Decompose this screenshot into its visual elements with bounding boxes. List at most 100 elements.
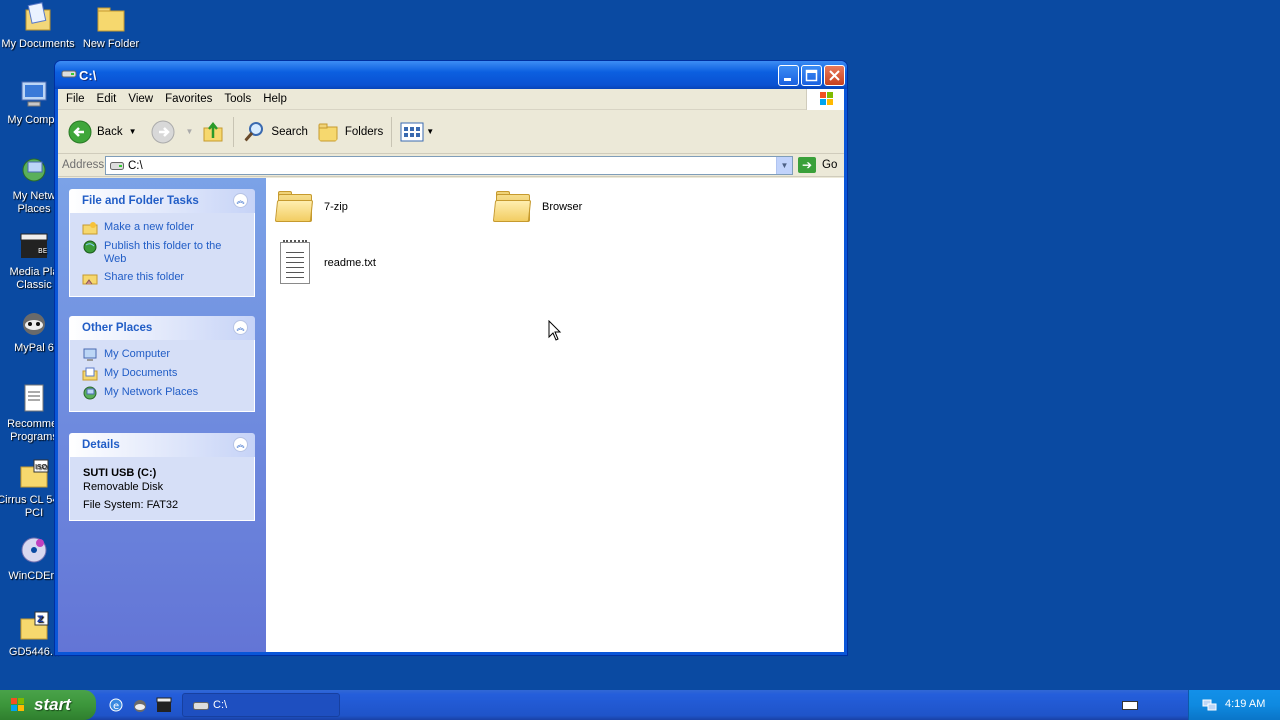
folder-icon [492, 190, 532, 224]
collapse-icon[interactable]: ︽ [233, 437, 248, 452]
iso-folder-icon: ISO [18, 458, 50, 490]
title-bar[interactable]: C:\ [55, 61, 847, 89]
my-documents-link[interactable]: My Documents [82, 367, 244, 381]
text-file-icon [280, 240, 310, 284]
menu-help[interactable]: Help [257, 89, 293, 109]
views-dropdown-icon: ▼ [426, 127, 435, 136]
up-folder-icon [203, 121, 223, 141]
menu-favorites[interactable]: Favorites [159, 89, 218, 109]
drive-icon [110, 162, 124, 170]
toolbar-separator [391, 116, 393, 147]
maximize-button[interactable] [801, 65, 822, 86]
cd-icon [18, 534, 50, 566]
panel-body: SUTI USB (C:) Removable Disk File System… [69, 457, 255, 521]
details-type: Removable Disk [83, 481, 164, 493]
search-icon [244, 121, 264, 142]
start-label: start [34, 695, 71, 714]
minimize-button[interactable] [778, 65, 799, 86]
go-label: Go [822, 159, 838, 171]
file-name: readme.txt [324, 257, 376, 269]
my-network-places-link[interactable]: My Network Places [82, 386, 244, 400]
internet-explorer-icon[interactable]: e [108, 697, 124, 713]
folder-icon [274, 190, 314, 224]
file-item-readme[interactable]: readme.txt [276, 240, 376, 284]
make-new-folder-link[interactable]: Make a new folder [82, 221, 244, 235]
computer-icon [18, 78, 50, 110]
raccoon-icon [18, 306, 50, 338]
panel-header[interactable]: Details ︽ [69, 433, 255, 457]
other-places-panel: Other Places ︽ My Computer My Documents [69, 316, 255, 412]
media-player-icon[interactable] [156, 697, 172, 713]
document-icon [18, 382, 50, 414]
link-text: My Documents [104, 367, 178, 379]
details-name: SUTI USB (C:) [83, 467, 157, 479]
forward-button[interactable]: ▼ [147, 115, 198, 149]
link-text: My Computer [104, 348, 171, 360]
share-folder-icon [82, 274, 98, 285]
start-button[interactable]: start [0, 690, 96, 720]
keyboard-icon[interactable] [1122, 701, 1138, 710]
folders-label: Folders [344, 125, 384, 138]
views-button[interactable]: ▼ [396, 115, 438, 149]
explorer-body: File and Folder Tasks ︽ Make a new folde… [58, 178, 844, 652]
go-arrow-icon: ➔ [798, 157, 816, 173]
zip-folder-icon: Z [18, 610, 50, 642]
publish-folder-link[interactable]: Publish this folder to the Web [82, 240, 244, 266]
toolbar-separator [233, 116, 235, 147]
file-item-7zip[interactable]: 7-zip [274, 190, 348, 224]
file-item-browser[interactable]: Browser [492, 190, 582, 224]
go-button[interactable]: ➔ Go [798, 157, 837, 173]
drive-icon [193, 702, 209, 710]
task-pane: File and Folder Tasks ︽ Make a new folde… [58, 178, 266, 652]
collapse-icon[interactable]: ︽ [233, 193, 248, 208]
network-icon [83, 386, 97, 400]
panel-header[interactable]: Other Places ︽ [69, 316, 255, 340]
desktop-icon-my-documents[interactable]: My Documents [0, 2, 76, 51]
folders-button[interactable]: Folders [312, 115, 387, 149]
file-list[interactable]: 7-zip Browser readme.txt [266, 178, 844, 652]
my-computer-link[interactable]: My Computer [82, 348, 244, 362]
clock[interactable]: 4:19 AM [1225, 698, 1265, 710]
network-status-icon[interactable] [1201, 698, 1217, 712]
menu-tools[interactable]: Tools [218, 89, 257, 109]
address-dropdown-button[interactable]: ▼ [776, 157, 792, 174]
svg-text:ISO: ISO [35, 463, 48, 471]
close-button[interactable] [824, 65, 845, 86]
up-folder-button[interactable] [197, 115, 229, 149]
standard-toolbar: Back ▼ ▼ Search Folders ▼ [58, 110, 844, 154]
taskbar-window-title: C:\ [213, 699, 228, 711]
my-documents-icon [82, 367, 98, 381]
back-dropdown-icon[interactable]: ▼ [129, 127, 137, 136]
panel-body: My Computer My Documents My Network Plac… [69, 340, 255, 412]
desktop-icon-new-folder[interactable]: New Folder [73, 2, 149, 51]
search-button[interactable]: Search [238, 115, 311, 149]
address-input[interactable]: C:\ ▼ [105, 156, 793, 175]
taskbar: start e C:\ 4:19 AM [0, 690, 1280, 720]
file-name: 7-zip [324, 201, 348, 213]
explorer-window: C:\ File Edit View Favorites Tools Help Back … [54, 60, 848, 656]
windows-logo-icon [806, 89, 844, 110]
my-documents-icon [22, 2, 54, 34]
share-folder-link[interactable]: Share this folder [82, 271, 244, 285]
network-icon [18, 154, 50, 186]
back-arrow-icon [68, 120, 92, 143]
address-label: Address [62, 159, 105, 171]
back-label: Back [97, 125, 123, 138]
forward-dropdown-icon[interactable]: ▼ [186, 127, 194, 136]
computer-icon [83, 348, 97, 361]
menu-edit[interactable]: Edit [91, 89, 123, 109]
panel-header[interactable]: File and Folder Tasks ︽ [69, 189, 255, 213]
menu-view[interactable]: View [122, 89, 159, 109]
desktop-icon-label: My Documents [1, 38, 75, 50]
collapse-icon[interactable]: ︽ [233, 320, 248, 335]
folders-icon [318, 123, 338, 141]
mypal-icon[interactable] [132, 697, 148, 713]
maximize-icon [805, 69, 818, 82]
forward-arrow-icon [151, 120, 174, 143]
taskbar-window-button[interactable]: C:\ [182, 693, 340, 717]
window-title: C:\ [79, 68, 97, 83]
menu-file[interactable]: File [60, 89, 91, 109]
svg-text:BE: BE [38, 247, 47, 255]
search-label: Search [271, 125, 308, 138]
back-button[interactable]: Back ▼ [64, 115, 141, 149]
